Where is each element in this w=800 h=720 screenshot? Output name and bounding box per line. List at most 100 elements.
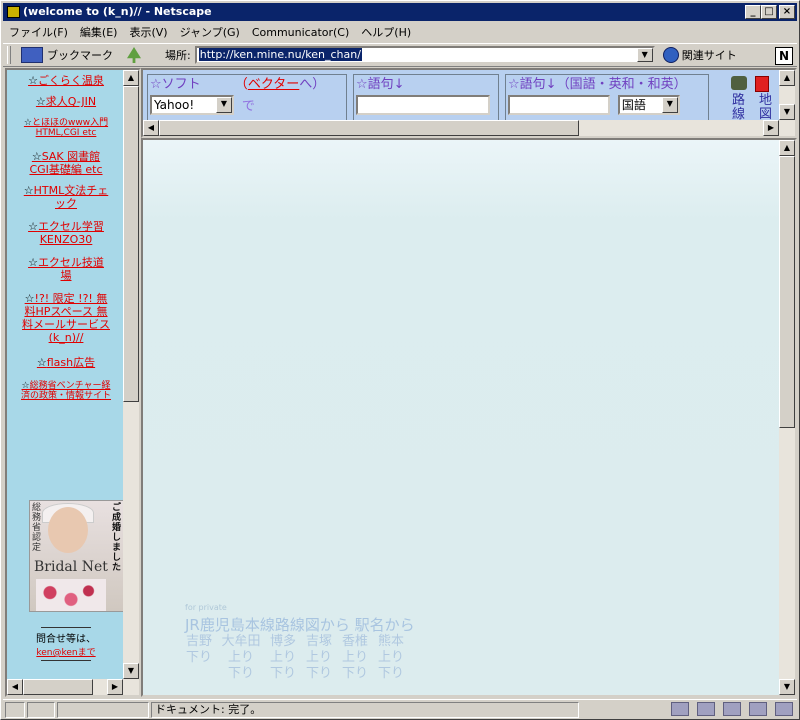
scroll-right-button[interactable]: ▶: [763, 120, 779, 136]
phrase1-input[interactable]: [356, 95, 490, 115]
link-qjin[interactable]: ☆求人Q-JIN: [7, 93, 125, 110]
station-direction: 上り 下り: [269, 650, 296, 681]
paren-close: へ）: [299, 77, 326, 92]
bridal-net-banner[interactable]: 総務省認定 ご成婚しました Bridal Net: [29, 500, 125, 612]
divider: [41, 627, 91, 628]
location-label: 場所:: [165, 49, 191, 62]
banner-brand: Bridal Net: [34, 559, 108, 575]
station-item[interactable]: 吉塚 上り 下り: [305, 634, 333, 682]
link-sak[interactable]: ☆SAK 図書館 CGI基礎編 etc: [7, 150, 125, 176]
url-input[interactable]: http://ken.mine.nu/ken_chan/ ▼: [194, 46, 655, 64]
related-sites-button[interactable]: 関連サイト: [662, 47, 737, 63]
location-pin-icon[interactable]: [127, 47, 141, 63]
left-frame: ☆ごくらく温泉 ☆求人Q-JIN ☆とほほのwww入門 HTML,CGI etc…: [5, 68, 141, 697]
url-dropdown-button[interactable]: ▼: [636, 48, 653, 62]
dictionary-search-section: ☆語句↓（国語・英和・和英） 国語 ▼: [505, 74, 709, 122]
dictionary-dropdown-button[interactable]: ▼: [661, 97, 678, 113]
phrase2-input[interactable]: [508, 95, 610, 115]
mail-icon[interactable]: [697, 702, 715, 716]
scroll-thumb[interactable]: [23, 679, 93, 695]
scroll-left-button[interactable]: ◀: [7, 679, 23, 695]
station-item[interactable]: 香椎 上り 下り: [341, 634, 369, 682]
divider: [41, 660, 91, 661]
scroll-thumb[interactable]: [123, 86, 139, 402]
connection-icon: [27, 701, 55, 718]
menu-file[interactable]: ファイル(F): [9, 24, 68, 40]
main-vertical-scrollbar[interactable]: ▲ ▼: [779, 140, 795, 695]
scroll-down-button[interactable]: ▼: [779, 104, 795, 120]
station-direction: 上り 下り: [341, 650, 368, 681]
scroll-left-button[interactable]: ◀: [143, 120, 159, 136]
station-name: 博多: [269, 634, 296, 649]
phrase2-hint: （国語・英和・和英）: [556, 77, 687, 92]
close-button[interactable]: ×: [779, 5, 795, 19]
link-flash-ad[interactable]: ☆flash広告: [7, 354, 125, 371]
jr-route-heading[interactable]: JR鹿児島本線路線図から 駅名から: [185, 614, 415, 635]
link-soumu[interactable]: ☆総務省ベンチャー経済の政策・情報サイト: [7, 381, 125, 401]
link-free-hp[interactable]: ☆!?! 限定 !?! 無料HPスペース 無料メールサービス (k_n)//: [7, 292, 125, 344]
route-label[interactable]: 路線: [732, 94, 746, 122]
station-name: 吉塚: [305, 634, 332, 649]
window-title: (welcome to (k_n)// - Netscape: [23, 5, 212, 18]
menu-go[interactable]: ジャンプ(G): [180, 24, 240, 40]
netscape-icon: [7, 6, 20, 18]
station-name: 大牟田: [221, 634, 261, 649]
bookmarks-icon: [21, 47, 43, 63]
scroll-down-button[interactable]: ▼: [123, 663, 139, 679]
link-tohoho[interactable]: ☆とほほのwww入門 HTML,CGI etc: [7, 116, 125, 140]
station-direction: 下り: [185, 650, 212, 665]
bookmarks-button[interactable]: ブックマーク: [21, 47, 113, 63]
menu-edit[interactable]: 編集(E): [80, 24, 118, 40]
netscape-logo-icon[interactable]: N: [775, 47, 793, 65]
top-horizontal-scrollbar[interactable]: ◀ ▶: [143, 120, 795, 136]
engine-select[interactable]: Yahoo! ▼: [150, 95, 234, 115]
banner-vertical-text-right: ご成婚しました: [112, 503, 122, 573]
navigator-icon[interactable]: [671, 702, 689, 716]
menu-view[interactable]: 表示(V): [129, 24, 167, 40]
left-vertical-scrollbar[interactable]: ▲ ▼: [123, 70, 139, 679]
left-horizontal-scrollbar[interactable]: ◀ ▶: [7, 679, 139, 695]
status-bar: ドキュメント: 完了。: [3, 699, 797, 719]
scroll-thumb[interactable]: [779, 156, 795, 428]
link-excel-dojo[interactable]: ☆エクセル技道場: [7, 256, 125, 282]
train-icon[interactable]: [731, 76, 747, 90]
composer-icon[interactable]: [723, 702, 741, 716]
dictionary-selected-value: 国語: [621, 98, 646, 112]
station-item[interactable]: 熊本 上り 下り: [377, 634, 405, 682]
engine-dropdown-button[interactable]: ▼: [216, 97, 232, 113]
scroll-right-button[interactable]: ▶: [107, 679, 123, 695]
contact-link[interactable]: ken@kenまで: [36, 648, 95, 658]
toolbar-grip[interactable]: [7, 46, 11, 64]
station-direction: 上り 下り: [377, 650, 404, 681]
station-direction: 上り 下り: [227, 650, 254, 681]
scroll-up-button[interactable]: ▲: [779, 140, 795, 156]
de-label: で: [241, 99, 255, 114]
scroll-up-button[interactable]: ▲: [123, 70, 139, 86]
banner-bouquet: [36, 579, 106, 611]
scroll-down-button[interactable]: ▼: [779, 679, 795, 695]
station-item[interactable]: 吉野 下り: [185, 634, 213, 682]
menu-communicator[interactable]: Communicator(C): [252, 26, 349, 39]
check-icon[interactable]: [775, 702, 793, 716]
link-excel-learn[interactable]: ☆エクセル学習 KENZO30: [7, 220, 125, 246]
station-item[interactable]: 大牟田 上り 下り: [221, 634, 261, 682]
link-html-check[interactable]: ☆HTML文法チェック: [7, 184, 125, 210]
station-item[interactable]: 博多 上り 下り: [269, 634, 297, 682]
globe-icon: [662, 47, 679, 63]
menu-help[interactable]: ヘルプ(H): [361, 24, 411, 40]
maximize-button[interactable]: □: [761, 5, 777, 19]
scroll-thumb[interactable]: [159, 120, 579, 136]
dictionary-select[interactable]: 国語 ▼: [617, 95, 680, 115]
menu-bar: ファイル(F) 編集(E) 表示(V) ジャンプ(G) Communicator…: [3, 22, 797, 42]
security-lock-icon[interactable]: [5, 701, 25, 718]
minimize-button[interactable]: _: [745, 5, 761, 19]
top-vertical-scrollbar[interactable]: ▲ ▼: [779, 70, 795, 120]
link-onsen[interactable]: ☆ごくらく温泉: [7, 72, 125, 89]
vector-link[interactable]: ベクター: [248, 77, 299, 92]
map-label[interactable]: 地図: [759, 94, 773, 122]
address-book-icon[interactable]: [749, 702, 767, 716]
station-direction: 上り 下り: [305, 650, 332, 681]
scroll-up-button[interactable]: ▲: [779, 70, 795, 86]
map-icon[interactable]: [755, 76, 769, 92]
station-list: 吉野 下り 大牟田 上り 下り 博多 上り 下り 吉塚 上り 下り 香椎 上り 下り 熊本…: [185, 634, 405, 682]
